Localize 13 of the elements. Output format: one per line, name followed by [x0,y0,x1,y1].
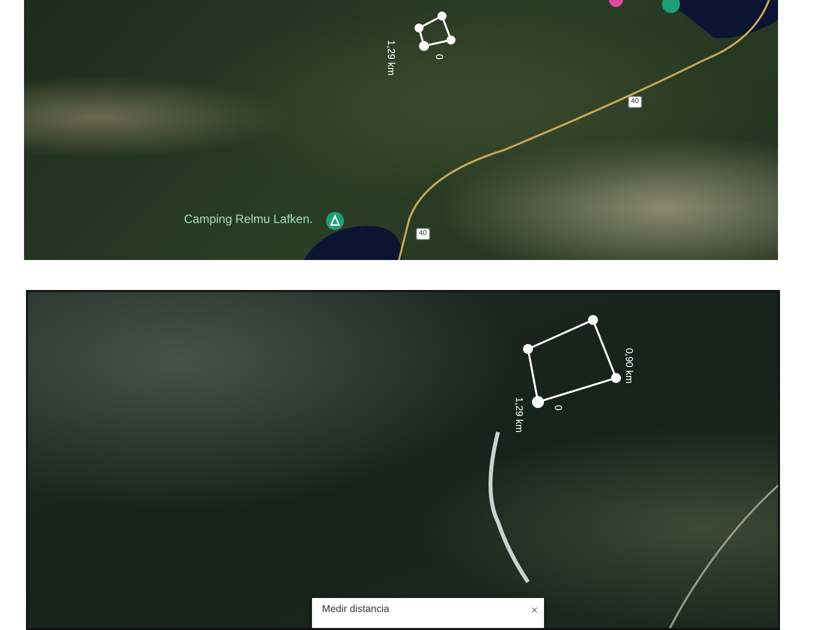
distance-label: 0,90 km [622,348,634,384]
measure-path-drawing [414,12,456,51]
close-button[interactable]: × [528,604,540,616]
point-label: 0 [551,405,563,411]
campground-pin-icon [326,212,344,230]
point-label: 0 [432,54,444,60]
distance-label: 1,29 km [512,397,524,433]
distance-label: 1,29 km [384,40,396,76]
dialog-title: Medir distancia [322,604,390,615]
place-label: Camping Relmu Lafken. [184,212,313,226]
map-pin-icon [609,0,623,7]
satellite-map[interactable]: 0,90 km 1,29 km 0 Medir distancia × [26,290,780,630]
campground-pin-icon [662,0,680,13]
